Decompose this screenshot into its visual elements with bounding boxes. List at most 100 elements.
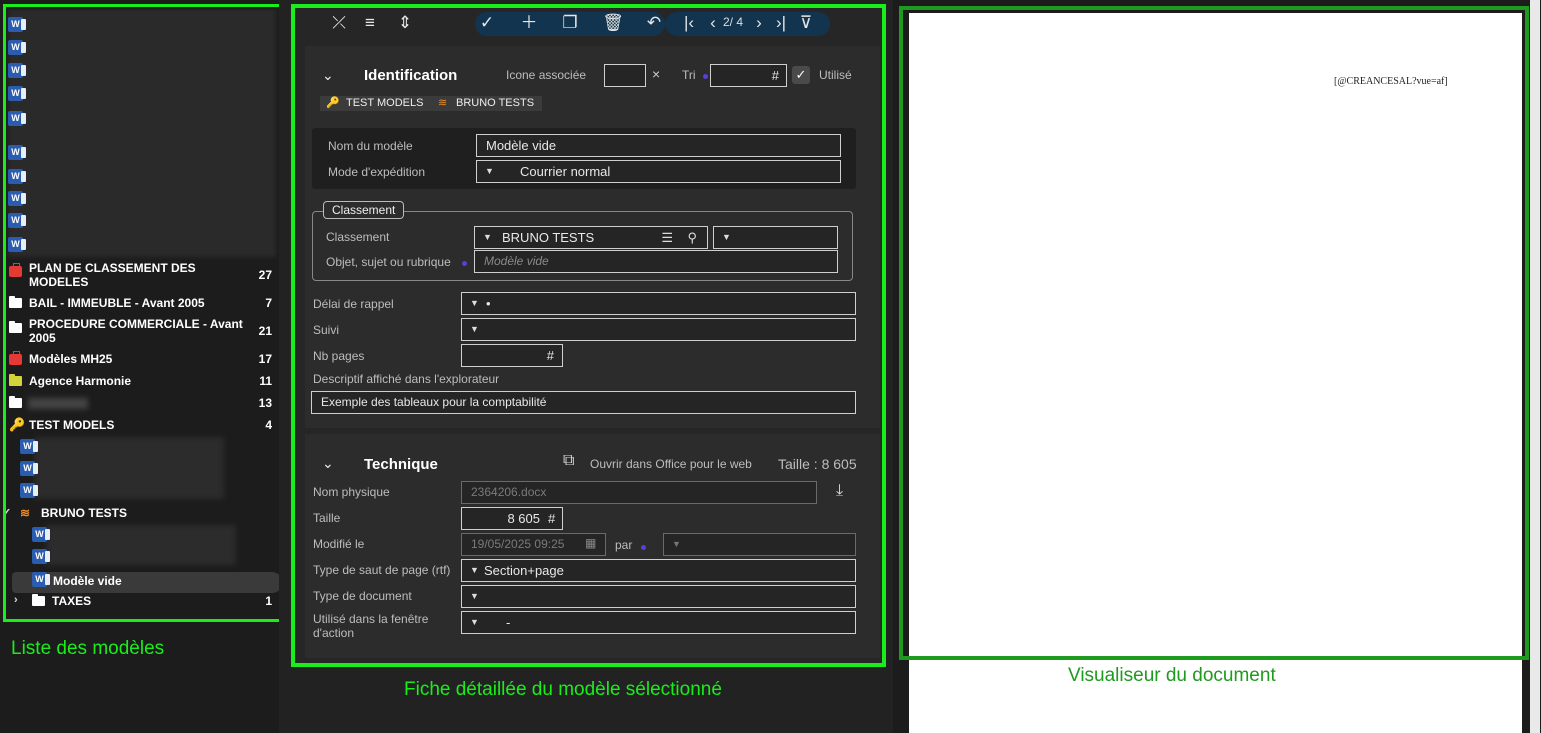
briefcase-icon	[9, 351, 22, 365]
toolbar: ⤫ ≡ ⇕ ✓ ＋ ❐ 🗑 ↶ |‹ ‹ 2/ 4 › ›| ⊽	[295, 8, 882, 40]
tree-node-mh25[interactable]: Modèles MH25 17	[6, 351, 278, 368]
wrap-icon[interactable]: ≡	[358, 12, 382, 34]
delai-value: •	[486, 296, 491, 311]
tree-view-icon[interactable]: ☰	[661, 227, 673, 248]
utilise-fenetre-value: -	[506, 615, 511, 630]
viewer-scrollbar[interactable]	[1530, 0, 1540, 733]
type-doc-select[interactable]: ▼	[461, 585, 856, 608]
search-icon[interactable]: ⚲	[687, 227, 697, 248]
section-title: Identification	[364, 67, 458, 84]
add-icon[interactable]: ＋	[517, 12, 541, 34]
mode-value: Courrier normal	[520, 164, 611, 179]
tree-node-label: BAIL - IMMEUBLE - Avant 2005	[29, 296, 205, 310]
check-icon[interactable]: ✓	[475, 12, 499, 34]
nbpages-field[interactable]: #	[461, 344, 563, 367]
classement-select[interactable]: ▼ BRUNO TESTS ☰ ⚲	[474, 226, 708, 249]
tree-node-label: TEST MODELS	[29, 418, 115, 432]
delai-select[interactable]: ▼ •	[461, 292, 856, 315]
tree-node-label: PROCEDURE COMMERCIALE - Avant 2005	[29, 317, 243, 345]
blurred-label	[28, 398, 88, 409]
tree-node-taxes[interactable]: › TAXES 1	[6, 594, 278, 610]
undo-icon[interactable]: ↶	[642, 12, 666, 34]
collapse-chevron-icon[interactable]: ⌄	[322, 67, 334, 84]
annotation-viewer: Visualiseur du document	[1068, 665, 1276, 686]
chip-label: BRUNO TESTS	[456, 97, 535, 109]
dropdown-arrow-icon: ▼	[470, 298, 479, 308]
word-doc-icon: W	[20, 461, 38, 476]
mode-select[interactable]: ▼ Courrier normal	[476, 160, 841, 183]
tree-node-bruno-tests[interactable]: ✓ ≋ BRUNO TESTS	[6, 506, 278, 522]
folder-icon	[9, 374, 22, 386]
required-dot	[462, 261, 467, 266]
nom-physique-field: 2364206.docx	[461, 481, 817, 504]
dropdown-arrow-icon: ▼	[483, 232, 492, 242]
utilise-checkbox[interactable]: ✓	[792, 66, 810, 84]
word-doc-icon: W	[8, 63, 26, 78]
descriptif-label: Descriptif affiché dans l'explorateur	[313, 372, 500, 386]
next-page-icon[interactable]: ›	[747, 12, 771, 34]
tri-field[interactable]: #	[710, 64, 787, 87]
tree-node-blurred[interactable]: 13	[6, 396, 278, 412]
classement-extra-select[interactable]: ▼	[713, 226, 838, 249]
objet-field[interactable]: Modèle vide	[474, 250, 838, 273]
blurred-items-area	[46, 525, 236, 565]
tree-node-bail[interactable]: BAIL - IMMEUBLE - Avant 2005 7	[6, 296, 278, 312]
dropdown-arrow-icon: ▼	[722, 232, 731, 242]
required-dot	[641, 545, 646, 550]
annotation-model-list: Liste des modèles	[11, 638, 165, 659]
chip-bruno-tests[interactable]: ≋ BRUNO TESTS	[430, 96, 543, 111]
dropdown-arrow-icon: ▼	[470, 324, 479, 334]
word-doc-icon: W	[8, 86, 26, 101]
icone-field[interactable]	[604, 64, 646, 87]
first-page-icon[interactable]: |‹	[677, 12, 701, 34]
collapse-all-icon[interactable]: ⤫	[327, 12, 351, 34]
classement-value: BRUNO TESTS	[502, 230, 595, 245]
tree-node-test-models[interactable]: 🔑 TEST MODELS 4	[6, 417, 278, 434]
tree-node-count: 17	[258, 352, 272, 366]
nom-physique-label: Nom physique	[313, 485, 390, 499]
open-external-icon[interactable]: ⧉	[563, 452, 574, 470]
tree-node-plan-classement[interactable]: PLAN DE CLASSEMENT DES MODELES 27	[6, 261, 278, 291]
chevron-right-icon[interactable]: ›	[14, 594, 18, 606]
tree-node-count: 4	[265, 418, 272, 432]
delai-label: Délai de rappel	[313, 297, 394, 311]
download-icon[interactable]: ⤓	[836, 482, 843, 500]
identification-section: ⌄ Identification Icone associée × Tri # …	[305, 46, 880, 428]
delete-icon[interactable]: 🗑	[601, 12, 625, 34]
saut-value: Section+page	[484, 563, 564, 578]
copy-icon[interactable]: ❐	[558, 12, 582, 34]
tree-node-modele-vide[interactable]: W Modèle vide	[6, 572, 278, 588]
section-title: Technique	[364, 456, 438, 473]
chip-test-models[interactable]: 🔑 TEST MODELS	[320, 96, 432, 111]
suivi-select[interactable]: ▼	[461, 318, 856, 341]
folder-icon	[9, 396, 22, 408]
tree-node-label: Modèle vide	[53, 574, 122, 588]
collapse-chevron-icon[interactable]: ⌄	[322, 455, 334, 472]
taille-header: Taille : 8 605	[778, 456, 857, 472]
folder-icon	[9, 321, 22, 333]
mode-label: Mode d'expédition	[328, 165, 426, 179]
filter-off-icon[interactable]: ⊽	[794, 12, 818, 34]
open-office-link[interactable]: Ouvrir dans Office pour le web	[590, 457, 752, 471]
key-icon: 🔑	[326, 97, 340, 109]
word-doc-icon: W	[8, 145, 26, 160]
tree-node-label: Modèles MH25	[29, 352, 113, 366]
expand-icon[interactable]: ⇕	[393, 12, 417, 34]
nom-field[interactable]: Modèle vide	[476, 134, 841, 157]
expanded-check-icon: ✓	[6, 506, 11, 519]
last-page-icon[interactable]: ›|	[769, 12, 793, 34]
model-detail-panel: ⤫ ≡ ⇕ ✓ ＋ ❐ 🗑 ↶ |‹ ‹ 2/ 4 › ›| ⊽ ⌄ Ident…	[291, 4, 886, 667]
saut-select[interactable]: ▼ Section+page	[461, 559, 856, 582]
tree-node-procedure[interactable]: PROCEDURE COMMERCIALE - Avant 2005 21	[6, 317, 278, 347]
annotation-detail: Fiche détaillée du modèle sélectionné	[404, 679, 722, 700]
dropdown-arrow-icon: ▼	[470, 591, 479, 601]
suivi-label: Suivi	[313, 323, 340, 337]
prev-page-icon[interactable]: ‹	[701, 12, 725, 34]
tree-node-label: Agence Harmonie	[29, 374, 132, 388]
utilise-fenetre-select[interactable]: ▼ -	[461, 611, 856, 634]
descriptif-field[interactable]: Exemple des tableaux pour la comptabilit…	[311, 391, 856, 414]
calendar-icon[interactable]: ▦	[585, 536, 596, 550]
clear-icon[interactable]: ×	[652, 66, 660, 82]
taille-hash: #	[548, 511, 556, 526]
tree-node-agence[interactable]: Agence Harmonie 11	[6, 374, 278, 390]
